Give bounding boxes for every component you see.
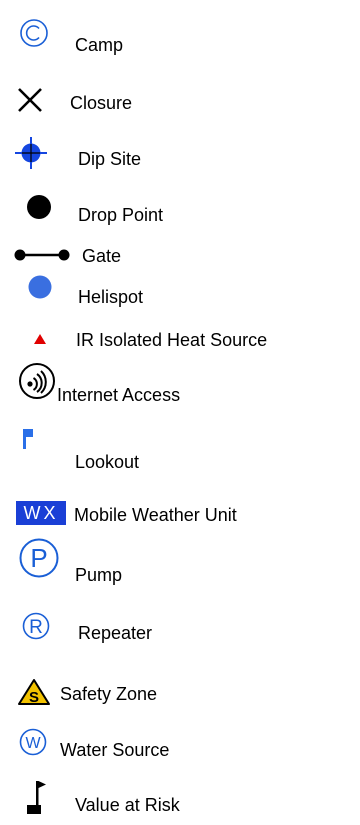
camp-icon bbox=[20, 19, 48, 47]
legend-label-closure: Closure bbox=[70, 93, 133, 113]
legend-label-pump: Pump bbox=[75, 565, 123, 585]
legend-item-ir-isolated-heat-source: IR Isolated Heat Source bbox=[0, 325, 360, 361]
water-source-icon-text: W bbox=[25, 735, 41, 752]
legend-label-ir-isolated-heat-source: IR Isolated Heat Source bbox=[76, 330, 268, 350]
legend-label-gate: Gate bbox=[82, 246, 122, 266]
legend-item-internet-access: Internet Access bbox=[0, 362, 360, 412]
mobile-weather-unit-icon-text: WX bbox=[24, 503, 59, 523]
water-source-icon: W bbox=[19, 728, 47, 756]
legend-item-closure: Closure bbox=[0, 80, 360, 120]
helispot-icon bbox=[28, 275, 52, 299]
legend-item-pump: P Pump bbox=[0, 538, 360, 588]
legend-label-helispot: Helispot bbox=[78, 287, 144, 307]
legend-item-safety-zone: S Safety Zone bbox=[0, 675, 360, 715]
legend-label-dip-site: Dip Site bbox=[78, 149, 142, 169]
lookout-flag-icon bbox=[23, 429, 33, 449]
pump-icon: P bbox=[19, 538, 59, 578]
ir-heat-source-icon bbox=[34, 334, 46, 344]
legend-item-lookout: Lookout bbox=[0, 425, 360, 475]
legend-label-drop-point: Drop Point bbox=[78, 205, 164, 225]
legend-label-internet-access: Internet Access bbox=[57, 385, 181, 405]
legend-label-safety-zone: Safety Zone bbox=[60, 684, 158, 704]
safety-zone-icon: S bbox=[18, 679, 50, 706]
pump-icon-text: P bbox=[30, 543, 47, 573]
safety-zone-icon-text: S bbox=[29, 689, 39, 706]
value-at-risk-icon bbox=[27, 781, 46, 814]
legend-label-value-at-risk: Value at Risk bbox=[75, 795, 180, 815]
gate-icon bbox=[14, 249, 70, 261]
legend-label-lookout: Lookout bbox=[75, 452, 140, 472]
repeater-icon-text: R bbox=[29, 617, 43, 638]
internet-access-icon bbox=[19, 363, 55, 399]
legend-item-water-source: W Water Source bbox=[0, 728, 360, 768]
repeater-icon: R bbox=[22, 612, 50, 640]
legend-label-repeater: Repeater bbox=[78, 623, 153, 643]
legend-item-mobile-weather-unit: WX Mobile Weather Unit bbox=[0, 498, 360, 534]
legend-item-gate: Gate bbox=[0, 243, 360, 271]
legend-item-repeater: R Repeater bbox=[0, 610, 360, 650]
drop-point-icon bbox=[27, 195, 51, 219]
closure-icon bbox=[18, 88, 42, 112]
legend-item-dip-site: Dip Site bbox=[0, 135, 360, 175]
legend-label-mobile-weather-unit: Mobile Weather Unit bbox=[74, 505, 237, 525]
mobile-weather-unit-icon: WX bbox=[16, 501, 66, 525]
legend-item-helispot: Helispot bbox=[0, 272, 360, 312]
legend-item-drop-point: Drop Point bbox=[0, 190, 360, 230]
legend-item-camp: Camp bbox=[0, 0, 360, 60]
legend-label-water-source: Water Source bbox=[60, 740, 170, 760]
legend-item-value-at-risk: Value at Risk bbox=[0, 775, 360, 825]
legend-label-camp: Camp bbox=[75, 35, 124, 55]
map-legend: { "legend": { "camp": { "label": "Camp",… bbox=[0, 0, 360, 825]
dip-site-icon bbox=[15, 137, 47, 169]
